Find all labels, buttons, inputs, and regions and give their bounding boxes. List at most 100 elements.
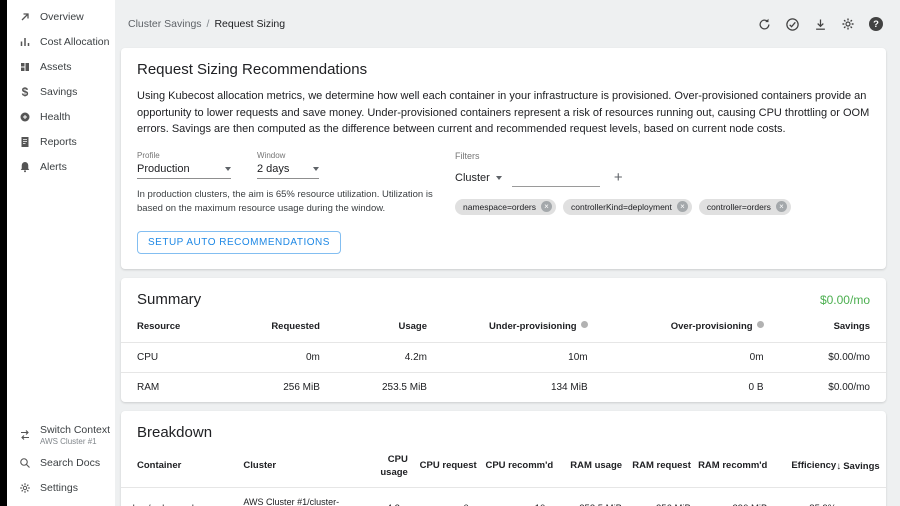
topbar: Cluster Savings / Request Sizing ? <box>115 0 900 48</box>
cell-over-provisioning: 0 B <box>588 372 764 402</box>
breakdown-col-efficiency[interactable]: Efficiency <box>767 450 836 488</box>
cell-requested: 256 MiB <box>213 372 320 402</box>
page-title: Request Sizing Recommendations <box>137 61 870 78</box>
breakdown-col-cpu-recommended[interactable]: CPU recomm'd <box>477 450 554 488</box>
breakdown-table: Container Cluster CPU usage CPU request … <box>121 450 886 506</box>
summary-col-over-provisioning: Over-provisioning <box>588 317 764 342</box>
breakdown-row[interactable]: orders/orders:orders AWS Cluster #1/clus… <box>121 488 886 506</box>
cell-ram-usage: 253.5 MiB <box>553 488 622 506</box>
breakdown-header-row: Container Cluster CPU usage CPU request … <box>121 450 886 488</box>
sidebar-item-settings[interactable]: Settings <box>7 475 115 500</box>
report-document-icon <box>18 136 32 148</box>
check-circle-icon[interactable] <box>784 16 800 32</box>
summary-total-savings: $0.00/mo <box>820 293 870 307</box>
cell-requested: 0m <box>213 342 320 372</box>
summary-col-resource: Resource <box>121 317 213 342</box>
breadcrumb-separator: / <box>207 18 210 30</box>
app-window: Overview Cost Allocation Assets $ Saving… <box>0 0 900 506</box>
topbar-actions: ? <box>756 16 884 32</box>
summary-card: Summary $0.00/mo Resource Requested Usag… <box>121 278 886 402</box>
select-group: Profile Production Window 2 days <box>137 151 455 179</box>
filters-section: Filters Cluster + namespace=orders × <box>455 151 870 217</box>
add-filter-icon[interactable]: + <box>614 170 623 187</box>
sidebar-item-label: Reports <box>40 136 77 148</box>
sidebar-item-savings[interactable]: $ Savings <box>7 79 115 104</box>
breakdown-header: Breakdown <box>121 411 886 450</box>
filter-value-input[interactable] <box>512 171 600 187</box>
filter-type-value: Cluster <box>455 172 490 184</box>
page-description: Using Kubecost allocation metrics, we de… <box>137 88 870 138</box>
breakdown-col-ram-request[interactable]: RAM request <box>622 450 691 488</box>
sidebar-item-label: Cost Allocation <box>40 36 109 48</box>
breadcrumb-page: Request Sizing <box>214 18 285 30</box>
download-icon[interactable] <box>812 16 828 32</box>
breakdown-col-savings[interactable]: ↓Savings <box>836 450 886 488</box>
window-select-value: 2 days <box>257 163 289 175</box>
breakdown-col-cpu-usage[interactable]: CPU usage <box>362 450 408 488</box>
refresh-icon[interactable] <box>756 16 772 32</box>
cell-under-provisioning: 10m <box>427 342 588 372</box>
breakdown-col-cluster[interactable]: Cluster <box>243 450 362 488</box>
info-icon[interactable] <box>757 321 764 328</box>
remove-chip-icon[interactable]: × <box>541 201 552 212</box>
breakdown-col-ram-recommended[interactable]: RAM recomm'd <box>691 450 768 488</box>
overview-icon <box>18 11 32 23</box>
profile-select[interactable]: Profile Production <box>137 151 231 179</box>
chevron-down-icon <box>225 167 231 171</box>
cell-container: orders/orders:orders <box>121 488 243 506</box>
switch-context-icon <box>18 429 32 441</box>
profile-helper-text: In production clusters, the aim is 65% r… <box>137 188 455 217</box>
settings-gear-icon[interactable] <box>840 16 856 32</box>
sidebar-item-label: Health <box>40 111 70 123</box>
breakdown-col-container[interactable]: Container <box>121 450 243 488</box>
filter-builder-row: Cluster + <box>455 170 870 187</box>
summary-header-row: Resource Requested Usage Under-provision… <box>121 317 886 342</box>
sidebar-item-reports[interactable]: Reports <box>7 129 115 154</box>
health-icon <box>18 111 32 123</box>
sort-desc-icon: ↓ <box>836 461 841 472</box>
chevron-down-icon <box>496 176 502 180</box>
filter-chip-label: namespace=orders <box>463 202 536 212</box>
help-icon[interactable]: ? <box>868 16 884 32</box>
sidebar: Overview Cost Allocation Assets $ Saving… <box>7 0 115 506</box>
summary-table: Resource Requested Usage Under-provision… <box>121 317 886 402</box>
cell-over-provisioning: 0m <box>588 342 764 372</box>
summary-col-usage: Usage <box>320 317 427 342</box>
window-select-label: Window <box>257 151 319 160</box>
summary-title: Summary <box>137 291 201 308</box>
setup-auto-recommendations-button[interactable]: SETUP AUTO RECOMMENDATIONS <box>137 231 341 254</box>
filter-type-select[interactable]: Cluster <box>455 172 502 187</box>
sidebar-item-switch-context[interactable]: Switch Context AWS Cluster #1 <box>7 420 115 450</box>
breakdown-col-cpu-request[interactable]: CPU request <box>408 450 477 488</box>
gear-icon <box>18 482 32 494</box>
sidebar-item-label: Alerts <box>40 161 67 173</box>
profile-select-label: Profile <box>137 151 231 160</box>
search-icon <box>18 457 32 469</box>
breakdown-col-ram-usage[interactable]: RAM usage <box>553 450 622 488</box>
sidebar-item-health[interactable]: Health <box>7 104 115 129</box>
sidebar-bottom: Switch Context AWS Cluster #1 Search Doc… <box>7 420 115 500</box>
remove-chip-icon[interactable]: × <box>677 201 688 212</box>
chevron-down-icon <box>313 167 319 171</box>
sidebar-item-overview[interactable]: Overview <box>7 4 115 29</box>
filter-chip: namespace=orders × <box>455 199 556 215</box>
profile-select-value: Production <box>137 163 190 175</box>
sidebar-item-cost-allocation[interactable]: Cost Allocation <box>7 29 115 54</box>
main-area: Cluster Savings / Request Sizing ? Reque… <box>115 0 900 506</box>
request-sizing-card: Request Sizing Recommendations Using Kub… <box>121 48 886 269</box>
switch-context-label: Switch Context <box>40 424 110 437</box>
remove-chip-icon[interactable]: × <box>776 201 787 212</box>
window-select[interactable]: Window 2 days <box>257 151 319 179</box>
sidebar-item-alerts[interactable]: Alerts <box>7 154 115 179</box>
breadcrumb-section[interactable]: Cluster Savings <box>128 18 202 30</box>
sidebar-item-search-docs[interactable]: Search Docs <box>7 450 115 475</box>
filter-chip: controller=orders × <box>699 199 791 215</box>
sidebar-item-assets[interactable]: Assets <box>7 54 115 79</box>
filter-chip: controllerKind=deployment × <box>563 199 692 215</box>
cell-cluster: AWS Cluster #1/cluster-one <box>243 488 362 506</box>
sidebar-item-label: Assets <box>40 61 72 73</box>
info-icon[interactable] <box>581 321 588 328</box>
cell-ram-recommended: 390 MiB <box>691 488 768 506</box>
cell-savings: – <box>836 488 886 506</box>
dollar-icon: $ <box>18 85 32 99</box>
